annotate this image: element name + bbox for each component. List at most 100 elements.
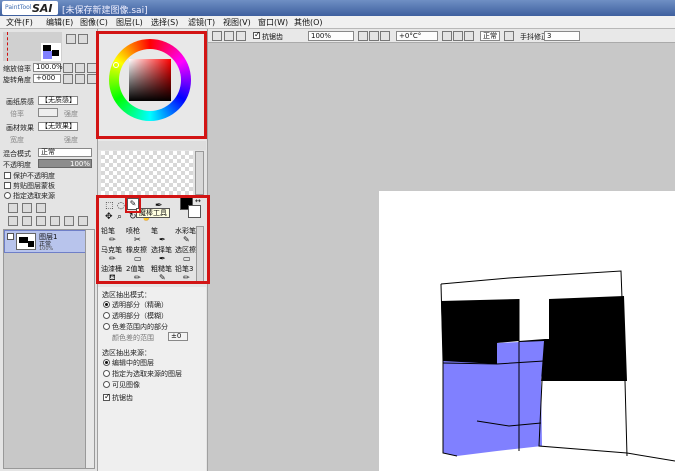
brush-select-pen[interactable]: 选择笔 ✒ bbox=[151, 245, 177, 264]
pencil-icon: ✏ bbox=[109, 235, 116, 244]
menu-view[interactable]: 视图(V) bbox=[223, 17, 251, 28]
layer-row[interactable]: 图层1 正常 100% bbox=[4, 230, 86, 253]
navigator-preview[interactable] bbox=[3, 32, 62, 61]
menu-edit[interactable]: 编辑(E) bbox=[46, 17, 73, 28]
paper-scale-label: 倍率 bbox=[10, 110, 24, 118]
copy-layer-icon[interactable] bbox=[8, 216, 18, 226]
secondary-color-swatch[interactable] bbox=[188, 205, 201, 218]
selection-source-label: 指定选取来源 bbox=[13, 192, 55, 200]
menu-canvas[interactable]: 图像(C) bbox=[80, 17, 108, 28]
menu-other[interactable]: 其他(O) bbox=[294, 17, 323, 28]
source-radio-0[interactable] bbox=[103, 359, 110, 366]
angle-value[interactable]: +000 bbox=[33, 74, 61, 83]
opacity-label: 不透明度 bbox=[3, 161, 31, 169]
blend-mode-select[interactable]: 正常 bbox=[38, 148, 92, 157]
tool-panel: ⬚ ◌ ✎ ✥ ⌕ ↻ ✋ ✒ 魔棒工具 ↔ 铅笔 ✏ 喷枪 ✂ 笔 ✒ 水彩笔… bbox=[98, 29, 208, 471]
menu-file[interactable]: 文件(F) bbox=[6, 17, 33, 28]
merge-visible-icon[interactable] bbox=[50, 216, 60, 226]
menu-window[interactable]: 窗口(W) bbox=[258, 17, 288, 28]
new-layer-icon[interactable] bbox=[8, 203, 18, 213]
rotate-left-button[interactable] bbox=[442, 31, 452, 41]
opacity-slider[interactable]: 100% bbox=[38, 159, 92, 168]
canvas-toolbar: 抗锯齿 100% +0°C° 正常 手抖修正 3 bbox=[208, 29, 675, 43]
zoom-plus-button[interactable] bbox=[75, 63, 85, 73]
brush-grid-scrollbar[interactable] bbox=[196, 226, 204, 283]
merge-down-icon[interactable] bbox=[22, 216, 32, 226]
antialias-toggle[interactable] bbox=[253, 30, 261, 39]
source-radio-1[interactable] bbox=[103, 370, 110, 377]
menu-layer[interactable]: 图层(L) bbox=[116, 17, 143, 28]
menu-select[interactable]: 选择(S) bbox=[151, 17, 178, 28]
source-radio-2[interactable] bbox=[103, 381, 110, 388]
range-radio-1[interactable] bbox=[103, 312, 110, 319]
brush-marker[interactable]: 马克笔 ✏ bbox=[101, 245, 127, 264]
range-radio-2[interactable] bbox=[103, 323, 110, 330]
rotate-cw-button[interactable] bbox=[75, 74, 85, 84]
lasso-icon[interactable]: ◌ bbox=[117, 201, 125, 211]
deselect-button[interactable] bbox=[212, 31, 222, 41]
zoom-out-button[interactable] bbox=[358, 31, 368, 41]
zoom-value[interactable]: 100.0% bbox=[33, 63, 63, 72]
brush-bucket[interactable]: 油漆桶 ⛾ bbox=[101, 264, 127, 283]
paper-texture-select[interactable]: 【无质感】 bbox=[38, 96, 78, 105]
rotation-select[interactable]: +0°C° bbox=[396, 31, 438, 41]
brush-airbrush[interactable]: 喷枪 ✂ bbox=[126, 226, 152, 245]
color-wheel-panel bbox=[98, 29, 206, 141]
brush-pen[interactable]: 笔 ✒ bbox=[151, 226, 177, 245]
new-folder-icon[interactable] bbox=[36, 203, 46, 213]
show-selection-button[interactable] bbox=[236, 31, 246, 41]
swatch-scrollbar[interactable] bbox=[195, 151, 204, 195]
nav-zoom-out-button[interactable] bbox=[78, 34, 88, 44]
source-option-2: 可见图像 bbox=[112, 381, 140, 389]
stabilizer-select[interactable]: 3 bbox=[544, 31, 580, 41]
sv-square[interactable] bbox=[129, 59, 171, 101]
document-title: [未保存新建图像.sai] bbox=[62, 6, 148, 16]
select-rect-icon[interactable]: ⬚ bbox=[105, 201, 114, 211]
move-icon[interactable]: ✥ bbox=[105, 212, 113, 222]
clip-group-checkbox[interactable] bbox=[4, 182, 11, 189]
brush-pencil[interactable]: 铅笔 ✏ bbox=[101, 226, 127, 245]
zoom-in-button[interactable] bbox=[369, 31, 379, 41]
rotate-reset-button[interactable] bbox=[464, 31, 474, 41]
eye-icon[interactable] bbox=[7, 233, 14, 240]
canvas-area[interactable] bbox=[208, 43, 675, 471]
nav-zoom-in-button[interactable] bbox=[66, 34, 76, 44]
zoom-reset-button-2[interactable] bbox=[87, 63, 97, 73]
flip-button[interactable] bbox=[504, 31, 514, 41]
zoom-icon[interactable]: ⌕ bbox=[117, 212, 122, 222]
zoom-reset-button[interactable] bbox=[380, 31, 390, 41]
effect-select[interactable]: 【无效果】 bbox=[38, 122, 78, 131]
zoom-minus-button[interactable] bbox=[63, 63, 73, 73]
invert-selection-button[interactable] bbox=[224, 31, 234, 41]
delete-layer-icon[interactable] bbox=[78, 216, 88, 226]
swap-colors-icon[interactable]: ↔ bbox=[195, 197, 201, 205]
eraser-icon: ▭ bbox=[134, 254, 142, 263]
layer-mask-icon[interactable] bbox=[64, 216, 74, 226]
selection-source-radio[interactable] bbox=[4, 192, 11, 199]
mode-select[interactable]: 正常 bbox=[480, 31, 500, 41]
menu-filter[interactable]: 滤镜(T) bbox=[188, 17, 215, 28]
range-radio-0[interactable] bbox=[103, 301, 110, 308]
binary-pen-icon: ✏ bbox=[134, 273, 141, 282]
new-linework-layer-icon[interactable] bbox=[22, 203, 32, 213]
brush-rough-pen[interactable]: 粗糙笔 ✎ bbox=[151, 264, 177, 283]
brush-binary-pen[interactable]: 2值笔 ✏ bbox=[126, 264, 152, 283]
swatch-palette[interactable] bbox=[101, 151, 193, 195]
zoom-select[interactable]: 100% bbox=[308, 31, 354, 41]
wand-antialias-checkbox[interactable] bbox=[103, 392, 111, 401]
clip-group-label: 剪贴图层蒙板 bbox=[13, 182, 55, 190]
paper-scale-field[interactable] bbox=[38, 108, 58, 117]
drawing-canvas[interactable] bbox=[379, 191, 675, 471]
rotate-reset-button-2[interactable] bbox=[87, 74, 97, 84]
hue-marker-icon[interactable] bbox=[113, 62, 119, 68]
range-option-2: 色差范围内的部分 bbox=[112, 323, 168, 331]
rotate-ccw-button[interactable] bbox=[63, 74, 73, 84]
clear-layer-icon[interactable] bbox=[36, 216, 46, 226]
protect-alpha-checkbox[interactable] bbox=[4, 172, 11, 179]
range-title: 选区抽出模式： bbox=[102, 291, 151, 299]
blend-mode-label: 混合模式 bbox=[3, 150, 31, 158]
rotate-right-button[interactable] bbox=[453, 31, 463, 41]
brush-eraser[interactable]: 橡皮擦 ▭ bbox=[126, 245, 152, 264]
tolerance-value[interactable]: ±0 bbox=[168, 332, 188, 341]
layer-list-scrollbar[interactable] bbox=[85, 230, 94, 468]
